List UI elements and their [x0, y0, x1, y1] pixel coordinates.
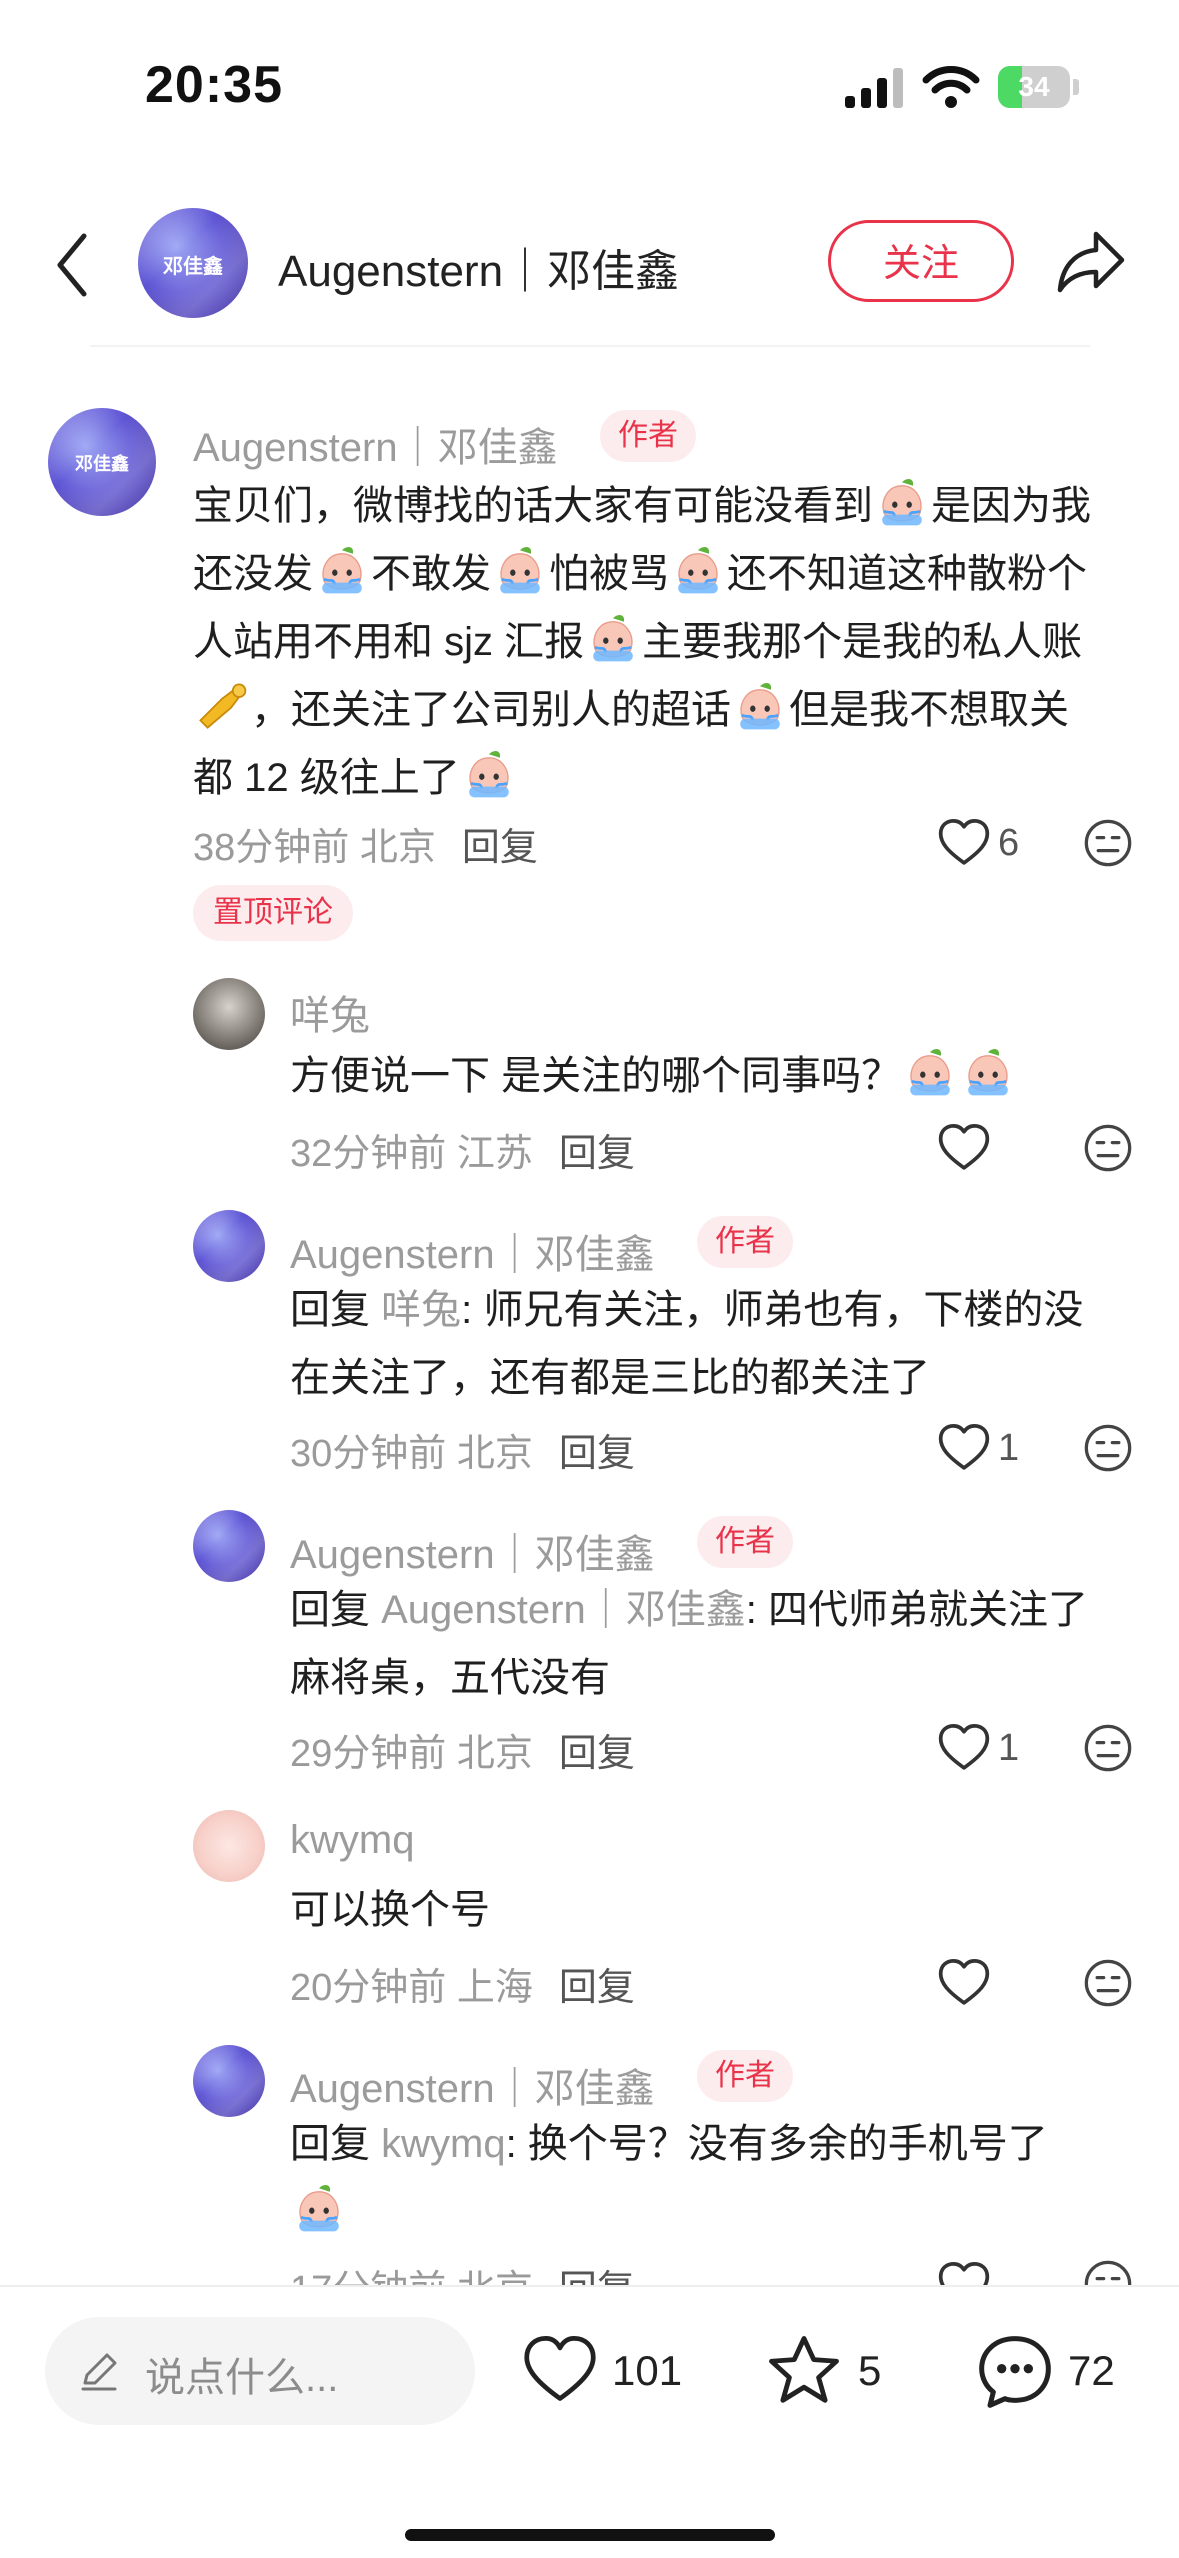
reply-button[interactable]: 回复 — [559, 1133, 635, 1175]
like-heart-icon[interactable] — [936, 815, 992, 871]
comment-avatar[interactable] — [193, 1810, 265, 1882]
pinned-comment-badge: 置顶评论 — [193, 885, 353, 941]
comment-line: 宝贝们，微博找的话大家有可能没看到 是因为我 — [193, 472, 1153, 540]
author-badge: 作者 — [697, 1216, 793, 1268]
reply-button[interactable]: 回复 — [559, 1733, 635, 1775]
author-name[interactable]: Augenstern｜邓佳鑫 — [278, 235, 679, 299]
comment-avatar[interactable] — [193, 1510, 265, 1582]
comment-line: 还没发 不敢发 怕被骂 还不知道这种散粉个 — [193, 540, 1153, 608]
follow-button[interactable]: 关注 — [828, 220, 1014, 302]
comment-text: 回复 咩兔: 师兄有关注，师弟也有，下楼的没 在关注了，还有都是三比的都关注了 — [290, 1288, 1084, 1400]
status-bar: 20:35 34 — [0, 0, 1179, 150]
cellular-signal-icon — [845, 68, 903, 108]
reply-to-user[interactable]: Augenstern｜邓佳鑫 — [381, 1588, 746, 1632]
crying-peach-emoji — [493, 543, 547, 597]
post-header: 邓佳鑫 Augenstern｜邓佳鑫 关注 — [0, 190, 1179, 340]
like-count: 101 — [612, 2347, 683, 2394]
back-arrow-icon[interactable] — [52, 230, 92, 300]
like-heart-icon[interactable] — [936, 1120, 992, 1176]
crying-peach-emoji — [733, 679, 787, 733]
comment-meta: 29分钟前 北京 回复 — [290, 1733, 635, 1775]
comment-input-placeholder: 说点什么... — [145, 2356, 339, 2400]
like-icon[interactable] — [520, 2332, 600, 2408]
crying-peach-emoji — [586, 611, 640, 665]
star-count: 5 — [858, 2347, 882, 2394]
author-badge: 作者 — [697, 1516, 793, 1568]
reply-button[interactable]: 回复 — [559, 1433, 635, 1475]
home-indicator — [405, 2529, 775, 2541]
dislike-face-icon[interactable] — [1082, 1122, 1134, 1174]
trumpet-emoji — [199, 683, 247, 729]
status-time: 20:35 — [145, 56, 283, 114]
comment-line: 都 12 级往上了 — [193, 744, 1153, 812]
like-count: 1 — [998, 1727, 1020, 1769]
avatar-text: 邓佳鑫 — [163, 256, 223, 278]
comment-avatar[interactable] — [193, 978, 265, 1050]
battery-icon: 34 — [998, 66, 1080, 108]
reply-button[interactable]: 回复 — [462, 827, 538, 869]
comment-input[interactable]: 说点什么... — [45, 2317, 475, 2425]
reply-to-user[interactable]: kwymq — [381, 2122, 505, 2166]
bottom-action-bar: 说点什么... 101 5 72 — [0, 2285, 1179, 2558]
comment-username[interactable]: Augenstern｜邓佳鑫 — [290, 1222, 655, 1280]
comment-bubble-icon[interactable] — [975, 2332, 1055, 2412]
comment-avatar[interactable] — [193, 1210, 265, 1282]
comment-username[interactable]: Augenstern｜邓佳鑫 — [193, 415, 558, 473]
crying-peach-emoji — [315, 543, 369, 597]
dislike-face-icon[interactable] — [1082, 1957, 1134, 2009]
comment-meta: 38分钟前 北京 回复 — [193, 827, 538, 869]
comment-count: 72 — [1068, 2347, 1115, 2394]
reply-to-user[interactable]: 咩兔 — [381, 1288, 461, 1332]
comment-text: 回复 Augenstern｜邓佳鑫: 四代师弟就关注了 麻将桌，五代没有 — [290, 1588, 1088, 1700]
like-heart-icon[interactable] — [936, 1420, 992, 1476]
comment-username[interactable]: Augenstern｜邓佳鑫 — [290, 1522, 655, 1580]
crying-peach-emoji — [671, 543, 725, 597]
like-count: 1 — [998, 1427, 1020, 1469]
comment-text: 回复 kwymq: 换个号？没有多余的手机号了 — [290, 2110, 1150, 2246]
comment-text: 宝贝们，微博找的话大家有可能没看到 是因为我 还没发 不敢发 怕被骂 还不知道这种散粉个… — [193, 472, 1153, 812]
reply-button[interactable]: 回复 — [559, 1967, 635, 2009]
comment-line: 人站用不用和 sjz 汇报 主要我那个是我的私人账 — [193, 608, 1153, 676]
battery-level: 34 — [1018, 71, 1050, 102]
comment-avatar[interactable] — [193, 2045, 265, 2117]
comment-line: ，还关注了公司别人的超话 但是我不想取关 — [193, 676, 1153, 744]
comment-meta: 30分钟前 北京 回复 — [290, 1433, 635, 1475]
like-count: 6 — [998, 822, 1020, 864]
crying-peach-emoji — [292, 2181, 346, 2235]
star-icon[interactable] — [764, 2332, 844, 2410]
wifi-icon — [922, 66, 980, 108]
comment-username[interactable]: 咩兔 — [290, 983, 370, 1041]
author-badge: 作者 — [600, 410, 696, 462]
comment-meta: 32分钟前 江苏 回复 — [290, 1133, 635, 1175]
crying-peach-emoji — [875, 475, 929, 529]
like-heart-icon[interactable] — [936, 1955, 992, 2011]
shy-peach-emoji — [961, 1045, 1015, 1099]
comment-username[interactable]: kwymq — [290, 1818, 414, 1863]
header-divider — [90, 345, 1090, 347]
blushing-peach-emoji — [903, 1045, 957, 1099]
comment-avatar[interactable]: 邓佳鑫 — [48, 408, 156, 516]
author-avatar[interactable]: 邓佳鑫 — [138, 208, 248, 318]
comment-text: 可以换个号 — [290, 1888, 490, 1932]
comment-meta: 20分钟前 上海 回复 — [290, 1967, 635, 2009]
share-icon[interactable] — [1056, 228, 1128, 294]
author-badge: 作者 — [697, 2050, 793, 2102]
dislike-face-icon[interactable] — [1082, 1422, 1134, 1474]
pencil-icon — [81, 2353, 117, 2391]
dislike-face-icon[interactable] — [1082, 1722, 1134, 1774]
comment-text: 方便说一下 是关注的哪个同事吗？ — [290, 1042, 1150, 1110]
dislike-face-icon[interactable] — [1082, 817, 1134, 869]
comment-username[interactable]: Augenstern｜邓佳鑫 — [290, 2056, 655, 2114]
like-heart-icon[interactable] — [936, 1720, 992, 1776]
crying-peach-emoji — [462, 747, 516, 801]
